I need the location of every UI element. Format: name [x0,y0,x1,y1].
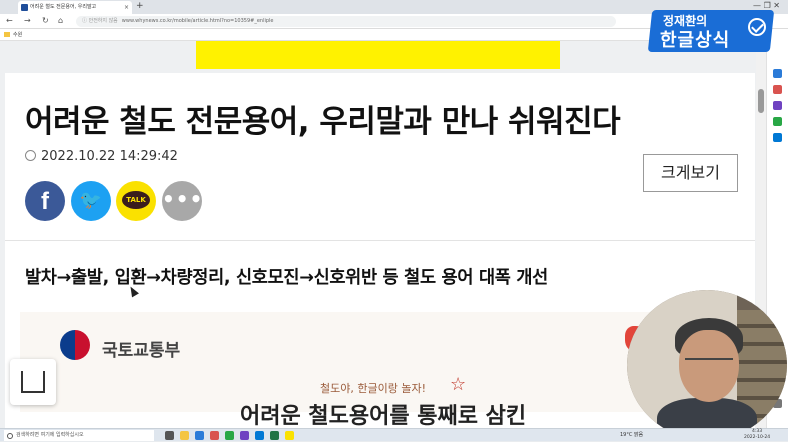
sidebar-tools-icon[interactable] [773,101,782,110]
check-icon [748,18,766,36]
excel-icon[interactable] [270,431,279,440]
browser-tab[interactable]: 어려운 철도 전문용어, 우리말고 × [18,1,132,14]
presenter-webcam [627,290,787,440]
clock-icon [25,150,36,161]
home-icon[interactable]: ⌂ [58,16,63,26]
clock-date: 2022-10-24 [744,435,771,440]
datetime-text: 2022.10.22 14:29:42 [41,149,178,164]
kakaotalk-share-icon[interactable]: TALK [116,181,156,221]
refresh-icon[interactable]: ↻ [42,16,49,26]
sidebar-search-icon[interactable] [773,69,782,78]
more-share-icon[interactable]: ••• [162,181,202,221]
kakaotalk-label: TALK [122,191,150,209]
chrome-icon[interactable] [225,431,234,440]
ad-banner[interactable] [196,41,560,69]
article-datetime: 2022.10.22 14:29:42 [25,149,178,164]
site-favicon-icon [21,4,28,11]
app-icon[interactable] [240,431,249,440]
enlarge-view-button[interactable]: 크게보기 [643,154,738,192]
ministry-name: 국토교통부 [102,341,181,361]
file-explorer-icon[interactable] [180,431,189,440]
infographic-tagline: 철도야, 한글이랑 놀자! [320,382,426,395]
task-view-icon[interactable] [165,431,174,440]
url-text: www.whynews.co.kr/mobile/article.html?no… [121,18,274,24]
facebook-share-icon[interactable]: f [25,181,65,221]
divider [5,240,755,241]
weather-indicator[interactable]: 19°C 맑음 [620,429,643,442]
bookmark-folder[interactable]: 수원 [13,32,22,38]
kakaotalk-icon[interactable] [285,431,294,440]
article-subheadline: 발차→출발, 입환→차량정리, 신호모진→신호위반 등 철도 용어 대폭 개선 [25,268,548,288]
app-icon[interactable] [210,431,219,440]
tab-close-icon[interactable]: × [124,1,129,14]
sidebar-shopping-icon[interactable] [773,85,782,94]
star-icon: ☆ [450,374,467,395]
infographic-title: 어려운 철도용어를 통째로 삼킨 [240,404,527,428]
infographic-image: 국토교통부 철도야, 한글이랑 놀자! ☆ 어려운 철도용어를 통째로 삼킨 [20,312,660,428]
scroll-thumb[interactable] [758,89,764,113]
url-field[interactable]: ⓘ 안전하지 않음 www.whynews.co.kr/mobile/articl… [76,16,616,27]
house-icon [21,371,45,393]
not-secure-label[interactable]: ⓘ 안전하지 않음 [82,18,118,24]
home-button[interactable] [10,359,56,405]
ministry-logo-icon [60,330,90,360]
forward-arrow-icon[interactable]: → [24,16,31,26]
folder-icon [4,32,10,37]
twitter-share-icon[interactable]: 🐦 [71,181,111,221]
channel-banner-title: 한글상식 [660,30,731,51]
tab-title: 어려운 철도 전문용어, 우리말고 [30,4,97,10]
sidebar-outlook-icon[interactable] [773,133,782,142]
word-icon[interactable] [255,431,264,440]
article-headline: 어려운 철도 전문용어, 우리말과 만나 쉬워진다 [25,104,621,140]
taskbar-search-input[interactable]: 검색하려면 여기에 입력하십시오 [4,430,154,441]
edge-icon[interactable] [195,431,204,440]
new-tab-button[interactable]: + [136,0,144,13]
windows-taskbar: 검색하려면 여기에 입력하십시오 19°C 맑음 4:33 2022-10-24 [0,428,788,441]
system-clock[interactable]: 4:33 2022-10-24 [744,429,770,441]
sidebar-games-icon[interactable] [773,117,782,126]
window-controls[interactable]: — ❐ ✕ [753,1,780,10]
back-arrow-icon[interactable]: ← [6,16,13,26]
